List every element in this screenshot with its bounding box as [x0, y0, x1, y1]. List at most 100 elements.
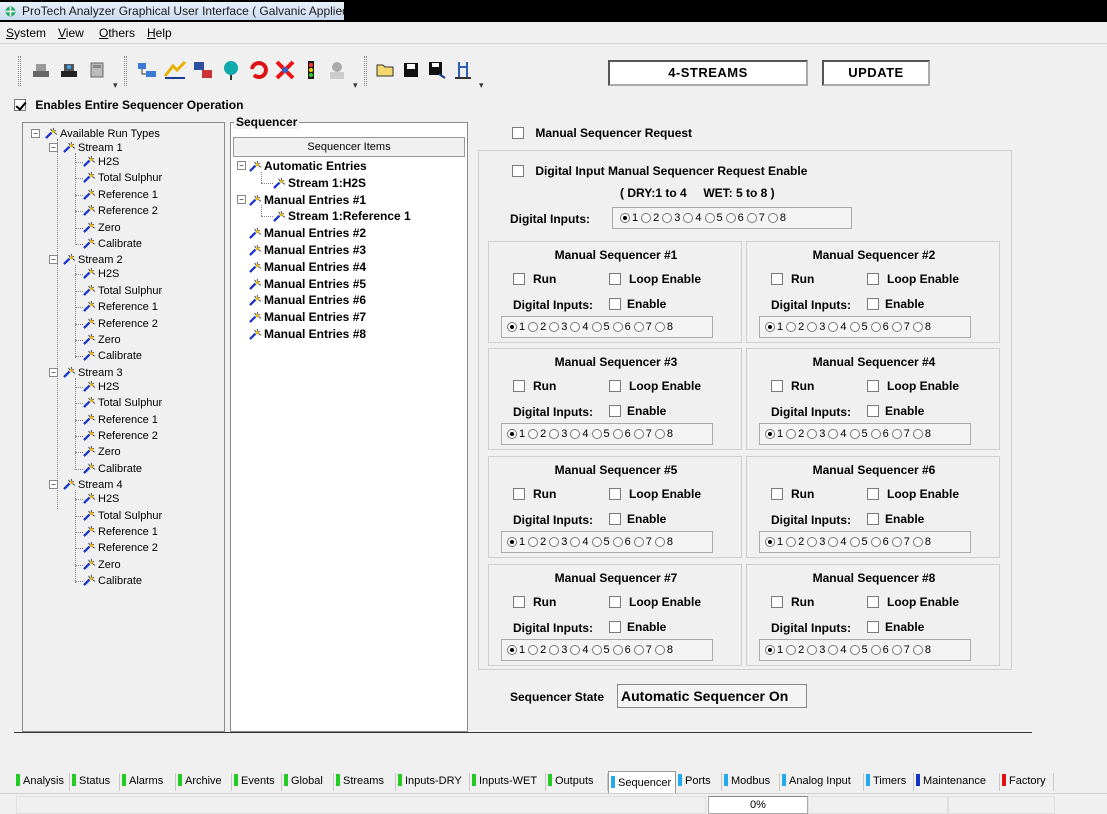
run-types-tree[interactable]: − Available Run Types − Stream 1 H2S Total Su… [22, 122, 225, 732]
radio-button-6[interactable] [725, 213, 736, 223]
di-radio-group[interactable]: 1 2 3 4 5 6 7 8 [759, 639, 971, 661]
menu-help[interactable]: Help [147, 26, 172, 40]
di-radio-group[interactable]: 1 2 3 4 5 6 7 8 [759, 423, 971, 445]
toolbar-overflow-icon[interactable]: ▾ [113, 80, 118, 91]
loop-enable-checkbox[interactable] [609, 273, 621, 285]
update-button[interactable]: UPDATE [822, 60, 930, 86]
radio-button-8[interactable] [912, 537, 923, 547]
device-icon[interactable] [84, 56, 110, 84]
radio-button-3[interactable] [807, 322, 818, 332]
di-enable-checkbox[interactable] [609, 513, 621, 525]
di-radio-group[interactable]: 1 2 3 4 5 6 7 8 [501, 423, 713, 445]
tree-run-type[interactable]: Reference 2 [83, 541, 158, 555]
radio-button-7[interactable] [746, 213, 757, 223]
run-checkbox[interactable] [771, 380, 783, 392]
run-checkbox-row[interactable]: Run [513, 487, 556, 501]
di-request-enable-checkbox[interactable] [512, 165, 524, 177]
di-request-enable-row[interactable]: Digital Input Manual Sequencer Request E… [512, 164, 807, 178]
tree-run-type[interactable]: Reference 1 [83, 525, 158, 539]
loop-enable-checkbox[interactable] [867, 380, 879, 392]
radio-button-3[interactable] [662, 213, 673, 223]
loop-enable-row[interactable]: Loop Enable [609, 595, 701, 609]
tree-run-type[interactable]: Zero [83, 445, 121, 459]
valve-icon[interactable] [298, 56, 324, 84]
tab-factory[interactable]: Factory [1000, 773, 1054, 791]
di-enable-row[interactable]: Enable [609, 512, 666, 526]
tree-run-type[interactable]: H2S [83, 380, 119, 394]
tree-run-type[interactable]: Reference 2 [83, 429, 158, 443]
radio-button-7[interactable] [891, 537, 902, 547]
radio-button-2[interactable] [528, 429, 539, 439]
radio-button-8[interactable] [912, 429, 923, 439]
radio-button-7[interactable] [891, 322, 902, 332]
run-checkbox[interactable] [771, 273, 783, 285]
radio-button-2[interactable] [641, 213, 652, 223]
reset-icon[interactable] [246, 56, 272, 84]
sequencer-entry[interactable]: Manual Entries #8 [249, 327, 366, 341]
radio-button-4[interactable] [828, 645, 839, 655]
chart-icon[interactable] [162, 56, 188, 84]
tree-stream-3[interactable]: Stream 3 [63, 366, 123, 380]
tab-timers[interactable]: Timers [864, 773, 914, 791]
radio-button-4[interactable] [828, 537, 839, 547]
collapse-toggle-icon[interactable]: − [237, 161, 246, 170]
run-checkbox-row[interactable]: Run [771, 379, 814, 393]
tree-run-type[interactable]: Reference 1 [83, 188, 158, 202]
radio-button-4[interactable] [570, 537, 581, 547]
radio-button-1[interactable] [507, 537, 517, 547]
tree-stream-4[interactable]: Stream 4 [63, 478, 123, 492]
run-checkbox-row[interactable]: Run [513, 379, 556, 393]
di-enable-checkbox[interactable] [867, 513, 879, 525]
tab-outputs[interactable]: Outputs [546, 773, 608, 791]
sequencer-entry[interactable]: Manual Entries #6 [249, 293, 366, 307]
sequencer-child-entry[interactable]: Stream 1:H2S [273, 176, 366, 190]
radio-button-5[interactable] [591, 429, 602, 439]
radio-button-5[interactable] [591, 322, 602, 332]
tree-run-type[interactable]: H2S [83, 155, 119, 169]
tab-analog-input[interactable]: Analog Input [780, 773, 864, 791]
run-checkbox-row[interactable]: Run [513, 272, 556, 286]
di-enable-row[interactable]: Enable [867, 512, 924, 526]
loop-enable-checkbox[interactable] [867, 273, 879, 285]
run-checkbox-row[interactable]: Run [771, 272, 814, 286]
sequencer-items-header[interactable]: Sequencer Items [233, 137, 465, 157]
radio-button-8[interactable] [654, 322, 665, 332]
radio-button-6[interactable] [612, 429, 623, 439]
tree-run-type[interactable]: Calibrate [83, 462, 142, 476]
radio-button-3[interactable] [549, 645, 560, 655]
loop-enable-row[interactable]: Loop Enable [867, 595, 959, 609]
sequencer-entry[interactable]: Manual Entries #7 [249, 310, 366, 324]
radio-button-1[interactable] [765, 429, 775, 439]
tree-run-type[interactable]: Reference 1 [83, 300, 158, 314]
di-enable-checkbox[interactable] [609, 621, 621, 633]
loop-enable-row[interactable]: Loop Enable [609, 379, 701, 393]
stop-icon[interactable] [272, 56, 298, 84]
menu-view[interactable]: View [58, 26, 84, 40]
radio-button-3[interactable] [807, 429, 818, 439]
di-request-radio-group[interactable]: 1 2 3 4 5 6 7 8 [612, 207, 852, 229]
tab-modbus[interactable]: Modbus [722, 773, 780, 791]
radio-button-4[interactable] [828, 322, 839, 332]
sequencer-tree[interactable]: Sequencer Items − Automatic Entries Stream… [230, 122, 468, 732]
di-radio-group[interactable]: 1 2 3 4 5 6 7 8 [501, 316, 713, 338]
radio-button-7[interactable] [633, 645, 644, 655]
tab-archive[interactable]: Archive [176, 773, 232, 791]
di-enable-checkbox[interactable] [867, 621, 879, 633]
radio-button-2[interactable] [786, 429, 797, 439]
radio-button-8[interactable] [912, 322, 923, 332]
di-enable-row[interactable]: Enable [867, 620, 924, 634]
open-folder-icon[interactable] [372, 56, 398, 84]
radio-button-3[interactable] [549, 429, 560, 439]
save-as-icon[interactable] [424, 56, 450, 84]
radio-button-4[interactable] [570, 322, 581, 332]
tree-run-type[interactable]: Zero [83, 558, 121, 572]
menu-system[interactable]: System [6, 26, 46, 40]
tab-sequencer[interactable]: Sequencer [608, 771, 676, 793]
radio-button-4[interactable] [570, 429, 581, 439]
di-enable-row[interactable]: Enable [609, 297, 666, 311]
tree-run-type[interactable]: Zero [83, 333, 121, 347]
toolbar-overflow-icon[interactable]: ▾ [353, 80, 358, 91]
tree-run-type[interactable]: Reference 1 [83, 413, 158, 427]
radio-button-5[interactable] [849, 429, 860, 439]
radio-button-2[interactable] [786, 645, 797, 655]
